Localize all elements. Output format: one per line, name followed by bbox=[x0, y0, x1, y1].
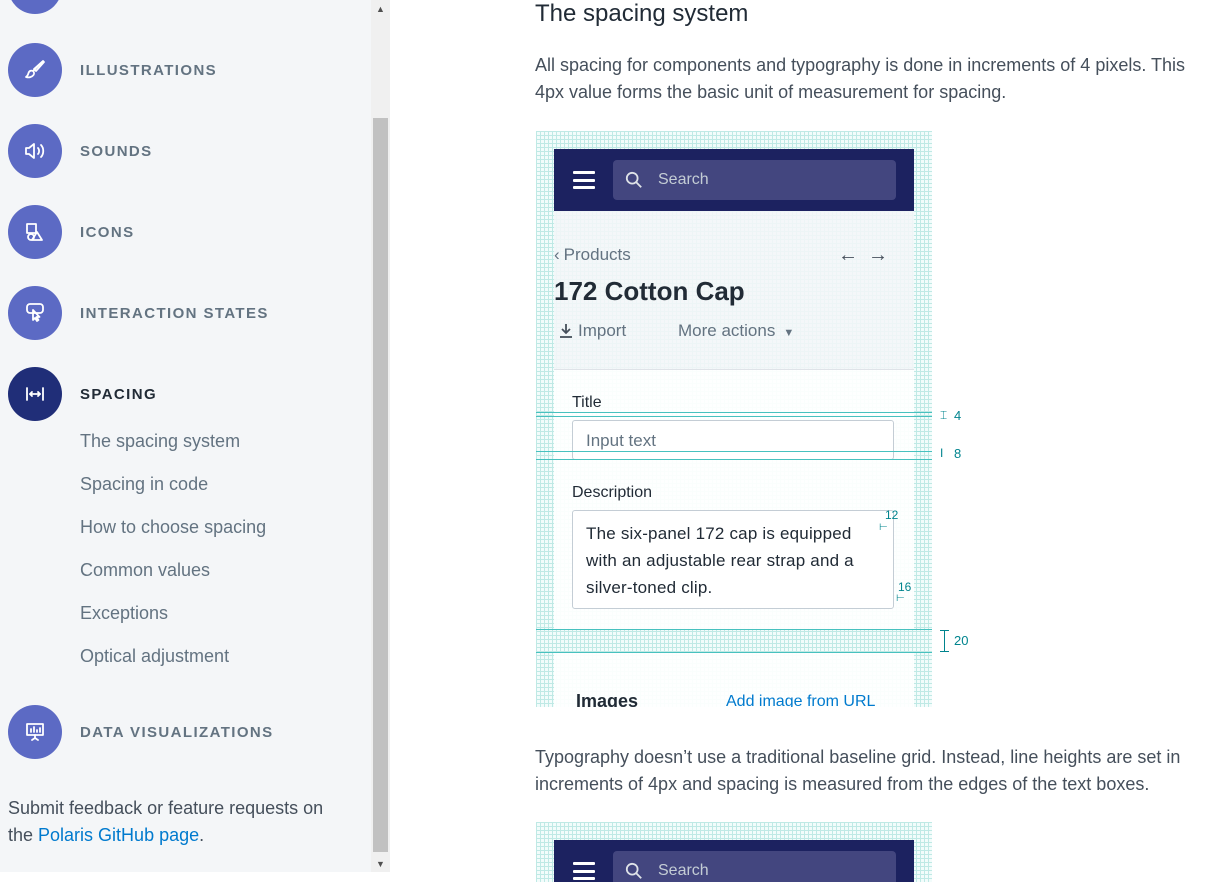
figure-form-card: Title Input text Description The six-pan… bbox=[554, 369, 914, 630]
sub-link-spacing-in-code[interactable]: Spacing in code bbox=[80, 474, 208, 495]
github-link[interactable]: Polaris GitHub page bbox=[38, 825, 199, 845]
nav-item-data-visualizations[interactable]: DATA VISUALIZATIONS bbox=[8, 705, 274, 759]
bracket-icon bbox=[944, 630, 945, 652]
sub-link-exceptions[interactable]: Exceptions bbox=[80, 603, 168, 624]
shapes-icon bbox=[8, 205, 62, 259]
figure-images-title: Images bbox=[576, 691, 639, 707]
figure-topbar: Search bbox=[554, 149, 914, 211]
nav-label-data-visualizations: DATA VISUALIZATIONS bbox=[80, 723, 274, 741]
feedback-end: . bbox=[199, 825, 205, 845]
caret-down-icon: ▼ bbox=[783, 327, 795, 339]
figure-search-box: Search bbox=[613, 160, 896, 200]
sub-link-how-to-choose[interactable]: How to choose spacing bbox=[80, 517, 266, 538]
figure-search-placeholder: Search bbox=[658, 171, 709, 188]
download-icon bbox=[560, 324, 572, 338]
feedback-text: Submit feedback or feature requests on t… bbox=[8, 795, 348, 849]
nav-label-sounds: SOUNDS bbox=[80, 142, 153, 160]
nav-item-icons[interactable]: ICONS bbox=[8, 205, 135, 259]
nav-item-partial-circle[interactable] bbox=[8, 0, 62, 14]
spacing-icon bbox=[8, 367, 62, 421]
speaker-icon bbox=[8, 124, 62, 178]
figure-more-actions-label: More actions bbox=[678, 321, 776, 340]
figure-description-textarea: The six-panel 172 cap is equipped with a… bbox=[572, 510, 894, 609]
figure2-search-placeholder: Search bbox=[658, 862, 709, 879]
guide-line bbox=[536, 459, 932, 460]
nav-item-illustrations[interactable]: ILLUSTRATIONS bbox=[8, 43, 217, 97]
intro-paragraph: All spacing for components and typograph… bbox=[535, 55, 1186, 102]
figure2-topbar: Search bbox=[554, 840, 914, 882]
figure-pagination-arrows: ←→ bbox=[838, 244, 898, 267]
sub-link-spacing-system[interactable]: The spacing system bbox=[80, 431, 240, 452]
nav-label-illustrations: ILLUSTRATIONS bbox=[80, 61, 218, 79]
bracket-icon: I bbox=[940, 446, 944, 460]
hamburger-icon bbox=[573, 862, 595, 880]
nav-item-spacing[interactable]: SPACING bbox=[8, 367, 157, 421]
nav-item-sounds[interactable]: SOUNDS bbox=[8, 124, 153, 178]
nav-label-icons: ICONS bbox=[80, 223, 135, 241]
nav-label-spacing: SPACING bbox=[80, 385, 158, 403]
measure-20: 20 bbox=[954, 633, 969, 648]
figure-add-image-link: Add image from URL bbox=[726, 693, 876, 707]
guide-line bbox=[536, 451, 932, 452]
figure-description-label: Description bbox=[572, 484, 653, 501]
scroll-thumb[interactable] bbox=[373, 118, 388, 852]
guide-line bbox=[536, 412, 932, 413]
measure-12-bracket-icon: ⊢ bbox=[879, 522, 888, 533]
guide-line bbox=[536, 629, 932, 630]
nav-item-interaction-states[interactable]: INTERACTION STATES bbox=[8, 286, 269, 340]
spacing-figure: Search ‹ Products ←→ 172 Cotton Cap Impor… bbox=[536, 131, 932, 707]
hamburger-icon bbox=[573, 171, 595, 189]
figure-description-text: The six-panel 172 cap is equipped with a… bbox=[586, 524, 854, 597]
search-icon bbox=[625, 171, 642, 188]
measure-16: 16 bbox=[898, 580, 912, 594]
figure-import-action: Import bbox=[558, 321, 626, 341]
figure-breadcrumb-label: Products bbox=[563, 245, 631, 264]
typography-paragraph: Typography doesn’t use a traditional bas… bbox=[535, 747, 1181, 794]
main-content: The spacing system All spacing for compo… bbox=[390, 0, 1216, 882]
bracket-icon-cap bbox=[940, 651, 949, 652]
section-heading: The spacing system bbox=[535, 0, 749, 27]
figure-import-label: Import bbox=[578, 321, 627, 340]
bracket-icon: ⌶ bbox=[940, 408, 948, 422]
bracket-icon-cap bbox=[940, 630, 949, 631]
figure-more-actions: More actions ▼ bbox=[678, 321, 794, 341]
arrow-right-icon: → bbox=[868, 244, 898, 266]
figure-images-card: Images Add image from URL bbox=[554, 653, 914, 707]
figure-breadcrumb: ‹ Products bbox=[554, 245, 631, 265]
sidebar-scrollbar[interactable]: ▲ ▼ bbox=[371, 0, 390, 872]
brush-icon bbox=[8, 43, 62, 97]
sub-link-common-values[interactable]: Common values bbox=[80, 560, 210, 581]
measure-8: 8 bbox=[954, 446, 962, 461]
presentation-chart-icon bbox=[8, 705, 62, 759]
measure-16-bracket-icon: ⊢ bbox=[896, 593, 905, 604]
figure-title-placeholder: Input text bbox=[586, 431, 656, 450]
scroll-down-arrow-icon[interactable]: ▼ bbox=[371, 855, 390, 872]
sidebar: ILLUSTRATIONS SOUNDS ICONS INTERACTION S… bbox=[0, 0, 371, 872]
figure-product-title: 172 Cotton Cap bbox=[554, 276, 745, 306]
figure-title-input: Input text bbox=[572, 420, 894, 460]
guide-line bbox=[536, 416, 932, 417]
nav-label-interaction-states: INTERACTION STATES bbox=[80, 304, 269, 322]
scroll-up-arrow-icon[interactable]: ▲ bbox=[371, 0, 390, 17]
pointer-icon bbox=[8, 286, 62, 340]
typography-figure: Search bbox=[536, 822, 932, 882]
figure2-search-box: Search bbox=[613, 851, 896, 882]
measure-12: 12 bbox=[885, 508, 899, 522]
sub-link-optical-adjustment[interactable]: Optical adjustment bbox=[80, 646, 229, 667]
measure-4: 4 bbox=[954, 408, 962, 423]
arrow-left-icon: ← bbox=[838, 244, 868, 266]
search-icon bbox=[625, 862, 642, 879]
figure-title-label: Title bbox=[572, 394, 602, 411]
chevron-left-icon: ‹ bbox=[554, 245, 560, 264]
